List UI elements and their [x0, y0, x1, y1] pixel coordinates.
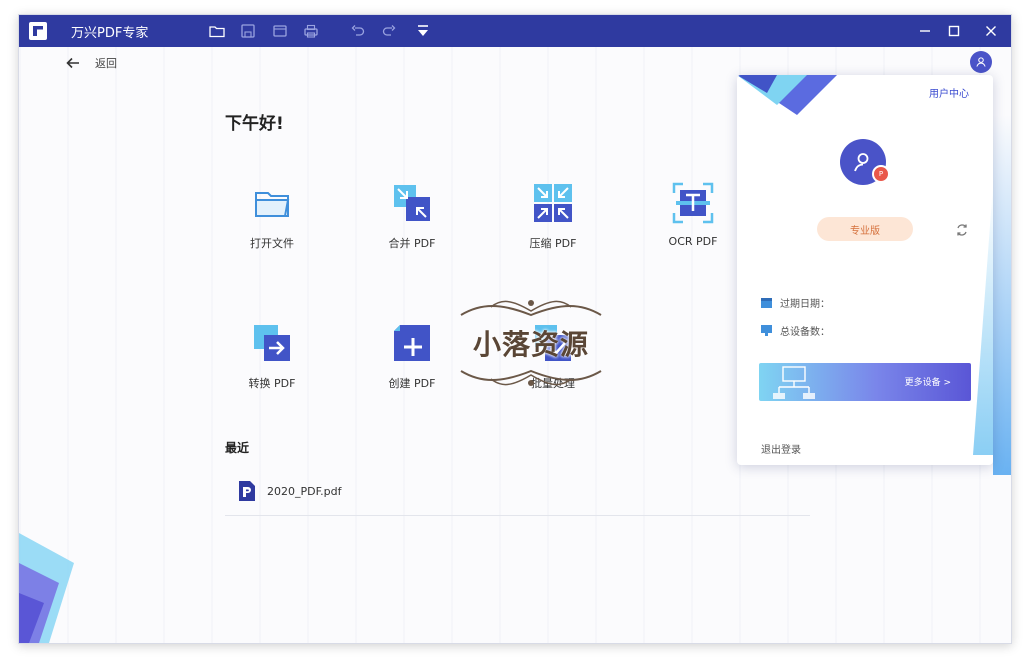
device-count-label: 总设备数：	[780, 327, 830, 338]
open-folder-icon[interactable]	[209, 23, 225, 39]
back-label: 返回	[95, 57, 117, 70]
dropdown-menu-icon[interactable]	[415, 23, 431, 39]
ocr-icon	[672, 182, 714, 224]
folder-icon	[255, 192, 290, 217]
app-title: 万兴PDF专家	[71, 26, 149, 41]
close-icon[interactable]	[981, 21, 1001, 41]
tool-label: 合并 PDF	[388, 237, 436, 250]
more-devices-button[interactable]: 更多设备 >	[759, 363, 971, 401]
tool-open-file[interactable]: 打开文件	[227, 181, 317, 251]
watermark: 小落资源	[451, 293, 611, 393]
recent-file-item[interactable]: 2020_PDF.pdf	[239, 481, 342, 501]
redo-icon[interactable]	[381, 23, 397, 39]
app-logo-icon	[29, 22, 47, 40]
decorative-shapes	[737, 75, 837, 115]
tool-label: 压缩 PDF	[529, 237, 577, 250]
arrow-left-icon	[66, 57, 79, 69]
tool-merge-pdf[interactable]: 合并 PDF	[367, 181, 457, 251]
tool-label: OCR PDF	[668, 235, 718, 248]
pro-status-badge: P	[872, 165, 890, 183]
refresh-icon[interactable]	[955, 223, 969, 237]
tool-convert-pdf[interactable]: 转换 PDF	[227, 321, 317, 391]
minimize-icon[interactable]	[915, 21, 935, 41]
tool-label: 创建 PDF	[388, 377, 436, 390]
decorative-shapes	[993, 115, 1011, 475]
compress-icon	[534, 184, 572, 222]
recent-file-name: 2020_PDF.pdf	[267, 484, 342, 498]
maximize-icon[interactable]	[944, 21, 964, 41]
print-icon[interactable]	[303, 23, 319, 39]
devices-illustration-icon	[773, 366, 815, 399]
tool-label: 转换 PDF	[248, 377, 296, 390]
tool-create-pdf[interactable]: 创建 PDF	[367, 321, 457, 391]
user-center-link[interactable]: 用户中心	[929, 85, 969, 100]
recent-title: 最近	[225, 441, 250, 455]
monitor-icon	[761, 325, 772, 336]
undo-icon[interactable]	[350, 23, 366, 39]
back-button[interactable]: 返回	[65, 55, 117, 71]
tool-label: 打开文件	[250, 237, 294, 250]
decorative-shapes	[973, 185, 993, 455]
plan-badge: 专业版	[817, 217, 913, 241]
mail-icon[interactable]	[272, 23, 288, 39]
calendar-icon	[761, 298, 772, 308]
expire-date-row: 过期日期：	[761, 295, 830, 310]
more-devices-label: 更多设备 >	[904, 378, 951, 388]
user-center-panel: 用户中心 P 专业版 过期日期： 总设备数： 更多设备 > 退出登录	[737, 75, 993, 465]
divider	[225, 515, 810, 516]
expire-date-label: 过期日期：	[780, 299, 830, 310]
user-icon	[976, 57, 986, 67]
save-icon[interactable]	[240, 23, 256, 39]
decorative-shapes	[19, 533, 74, 643]
greeting-title: 下午好!	[225, 114, 284, 134]
logout-link[interactable]: 退出登录	[761, 441, 801, 456]
user-avatar-button[interactable]	[970, 51, 992, 73]
create-icon	[394, 325, 430, 361]
device-count-row: 总设备数：	[761, 323, 830, 338]
tool-compress-pdf[interactable]: 压缩 PDF	[508, 181, 598, 251]
watermark-text: 小落资源	[472, 328, 589, 361]
tool-ocr-pdf[interactable]: OCR PDF	[648, 181, 738, 248]
convert-icon	[254, 325, 290, 361]
avatar: P	[840, 139, 890, 185]
title-bar: 万兴PDF专家	[19, 15, 1011, 47]
merge-icon	[394, 185, 430, 221]
pdf-file-icon	[239, 481, 255, 501]
app-window: 万兴PDF专家 返回 下午好! 打开文件 合并 PDF 压缩 PDF OCR P…	[18, 14, 1012, 644]
